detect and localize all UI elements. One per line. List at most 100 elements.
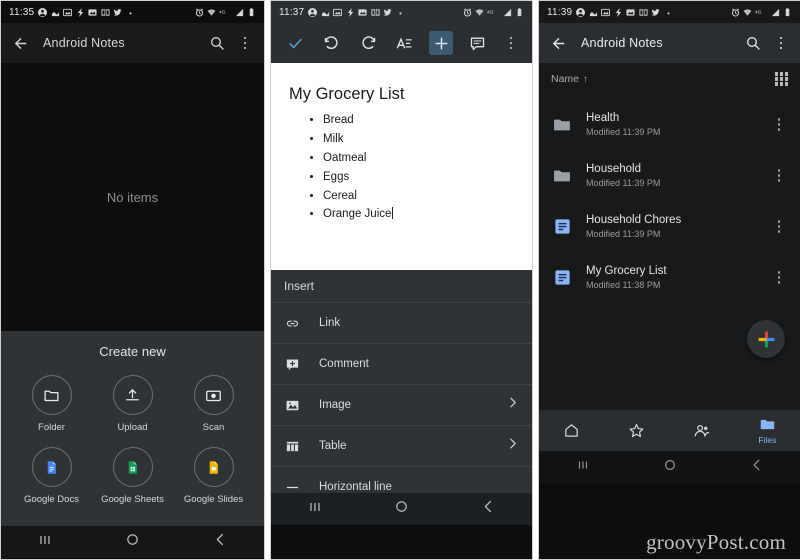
row-overflow-menu-icon[interactable] xyxy=(770,118,788,131)
google-docs-button[interactable]: Google Docs xyxy=(11,447,92,505)
sort-label[interactable]: Name xyxy=(551,73,579,85)
create-folder-button[interactable]: Folder xyxy=(11,375,92,433)
list-item-text: Orange Juice xyxy=(323,208,392,221)
search-icon[interactable] xyxy=(208,34,226,52)
row-overflow-menu-icon[interactable] xyxy=(770,169,788,182)
wave-icon xyxy=(51,8,60,17)
back-arrow-icon[interactable] xyxy=(549,34,567,52)
page-title: Android Notes xyxy=(581,36,663,50)
row-overflow-menu-icon[interactable] xyxy=(770,220,788,233)
redo-icon[interactable] xyxy=(356,31,380,55)
app-bar-1: Android Notes xyxy=(1,23,264,63)
list-item[interactable]: Bread xyxy=(323,113,514,127)
wifi-icon xyxy=(475,8,484,17)
home-icon[interactable] xyxy=(394,499,409,519)
recents-icon[interactable] xyxy=(576,458,590,477)
list-item[interactable]: Cereal xyxy=(323,189,514,203)
scan-button[interactable]: Scan xyxy=(173,375,254,433)
insert-table-item[interactable]: Table xyxy=(271,426,532,466)
bottom-nav-files[interactable]: Files xyxy=(735,416,800,445)
recents-icon[interactable] xyxy=(37,532,53,553)
folder-icon xyxy=(31,375,72,415)
alarm-icon xyxy=(731,8,740,17)
home-icon[interactable] xyxy=(125,532,140,552)
google-docs-label: Google Docs xyxy=(24,494,79,505)
svg-text:4G: 4G xyxy=(755,9,762,15)
bottom-nav-home[interactable] xyxy=(539,422,604,439)
back-icon[interactable] xyxy=(213,532,228,552)
file-meta: Household Chores Modified 11:39 PM xyxy=(586,214,681,239)
accept-check-icon[interactable] xyxy=(283,31,307,55)
table-row[interactable]: My Grocery List Modified 11:38 PM xyxy=(539,252,800,303)
google-slides-button[interactable]: Google Slides xyxy=(173,447,254,505)
file-modified: Modified 11:38 PM xyxy=(586,280,661,290)
photos-icon xyxy=(63,8,73,17)
folder-icon xyxy=(551,114,573,136)
scan-label: Scan xyxy=(202,422,225,433)
bottom-nav-shared[interactable] xyxy=(670,422,735,440)
search-icon[interactable] xyxy=(744,34,762,52)
status-bar-1: 11:35 4G xyxy=(1,1,264,23)
status-left-icons xyxy=(38,7,135,17)
table-row[interactable]: Household Chores Modified 11:39 PM xyxy=(539,201,800,252)
phone-screen-3: 11:39 4G Android Notes Name ↑ Health Mod… xyxy=(538,0,800,560)
overflow-menu-icon[interactable] xyxy=(772,36,790,50)
insert-plus-icon[interactable] xyxy=(429,31,453,55)
table-row[interactable]: Health Modified 11:39 PM xyxy=(539,99,800,150)
row-overflow-menu-icon[interactable] xyxy=(770,271,788,284)
recents-icon[interactable] xyxy=(307,499,323,520)
grid-view-icon[interactable] xyxy=(774,72,788,86)
undo-icon[interactable] xyxy=(320,31,344,55)
folder-icon xyxy=(551,165,573,187)
home-icon[interactable] xyxy=(663,458,677,477)
back-icon[interactable] xyxy=(481,499,496,519)
battery-icon xyxy=(247,7,256,17)
sort-direction-icon[interactable]: ↑ xyxy=(583,74,588,85)
insert-comment-item[interactable]: Comment xyxy=(271,344,532,384)
add-comment-icon xyxy=(284,356,301,373)
list-item[interactable]: Oatmeal xyxy=(323,151,514,165)
bottom-navigation: Files xyxy=(539,410,800,451)
list-item[interactable]: Milk xyxy=(323,132,514,146)
back-icon[interactable] xyxy=(750,458,764,477)
table-row[interactable]: Household Modified 11:39 PM xyxy=(539,150,800,201)
status-time-2: 11:37 xyxy=(279,6,305,18)
list-item-text: Bread xyxy=(323,114,354,126)
create-new-grid: Folder Upload Scan Google Docs Google Sh xyxy=(1,375,264,505)
account-icon xyxy=(576,7,586,17)
bottom-nav-starred[interactable] xyxy=(604,422,669,439)
insert-image-item[interactable]: Image xyxy=(271,385,532,425)
overflow-menu-icon[interactable] xyxy=(502,36,520,50)
list-item[interactable]: Eggs xyxy=(323,170,514,184)
upload-button[interactable]: Upload xyxy=(92,375,173,433)
insert-link-label: Link xyxy=(319,317,341,329)
google-create-plus-icon[interactable] xyxy=(747,320,785,358)
twitter-icon xyxy=(113,8,122,17)
twitter-icon xyxy=(651,8,660,17)
empty-file-list: No items xyxy=(1,63,264,331)
svg-text:4G: 4G xyxy=(219,9,226,15)
insert-link-item[interactable]: Link xyxy=(271,303,532,343)
back-arrow-icon[interactable] xyxy=(11,34,29,52)
list-item[interactable]: Orange Juice xyxy=(323,207,514,221)
document-canvas[interactable]: My Grocery List Bread Milk Oatmeal Eggs … xyxy=(271,63,532,270)
google-sheets-button[interactable]: Google Sheets xyxy=(92,447,173,505)
watermark: groovyPost.com xyxy=(646,530,786,554)
overflow-menu-icon[interactable] xyxy=(236,36,254,50)
status-right-icons-3: 4G xyxy=(731,7,792,17)
battery-icon xyxy=(515,7,524,17)
flash-icon xyxy=(346,7,355,17)
insert-table-label: Table xyxy=(319,440,347,452)
flash-icon xyxy=(614,7,623,17)
text-format-icon[interactable] xyxy=(393,31,417,55)
image-icon xyxy=(284,397,301,414)
list-item-text: Eggs xyxy=(323,170,350,183)
network-4g-icon: 4G xyxy=(487,8,500,17)
status-time: 11:35 xyxy=(9,6,35,18)
app-bar-3: Android Notes xyxy=(539,23,800,63)
file-modified: Modified 11:39 PM xyxy=(586,229,661,239)
create-new-sheet: Create new Folder Upload Scan Google Doc… xyxy=(1,331,264,526)
google-sheets-icon xyxy=(112,447,153,487)
insert-bottom-sheet: Insert Link Comment Image Table Horizont… xyxy=(271,270,532,493)
comment-icon[interactable] xyxy=(466,31,490,55)
